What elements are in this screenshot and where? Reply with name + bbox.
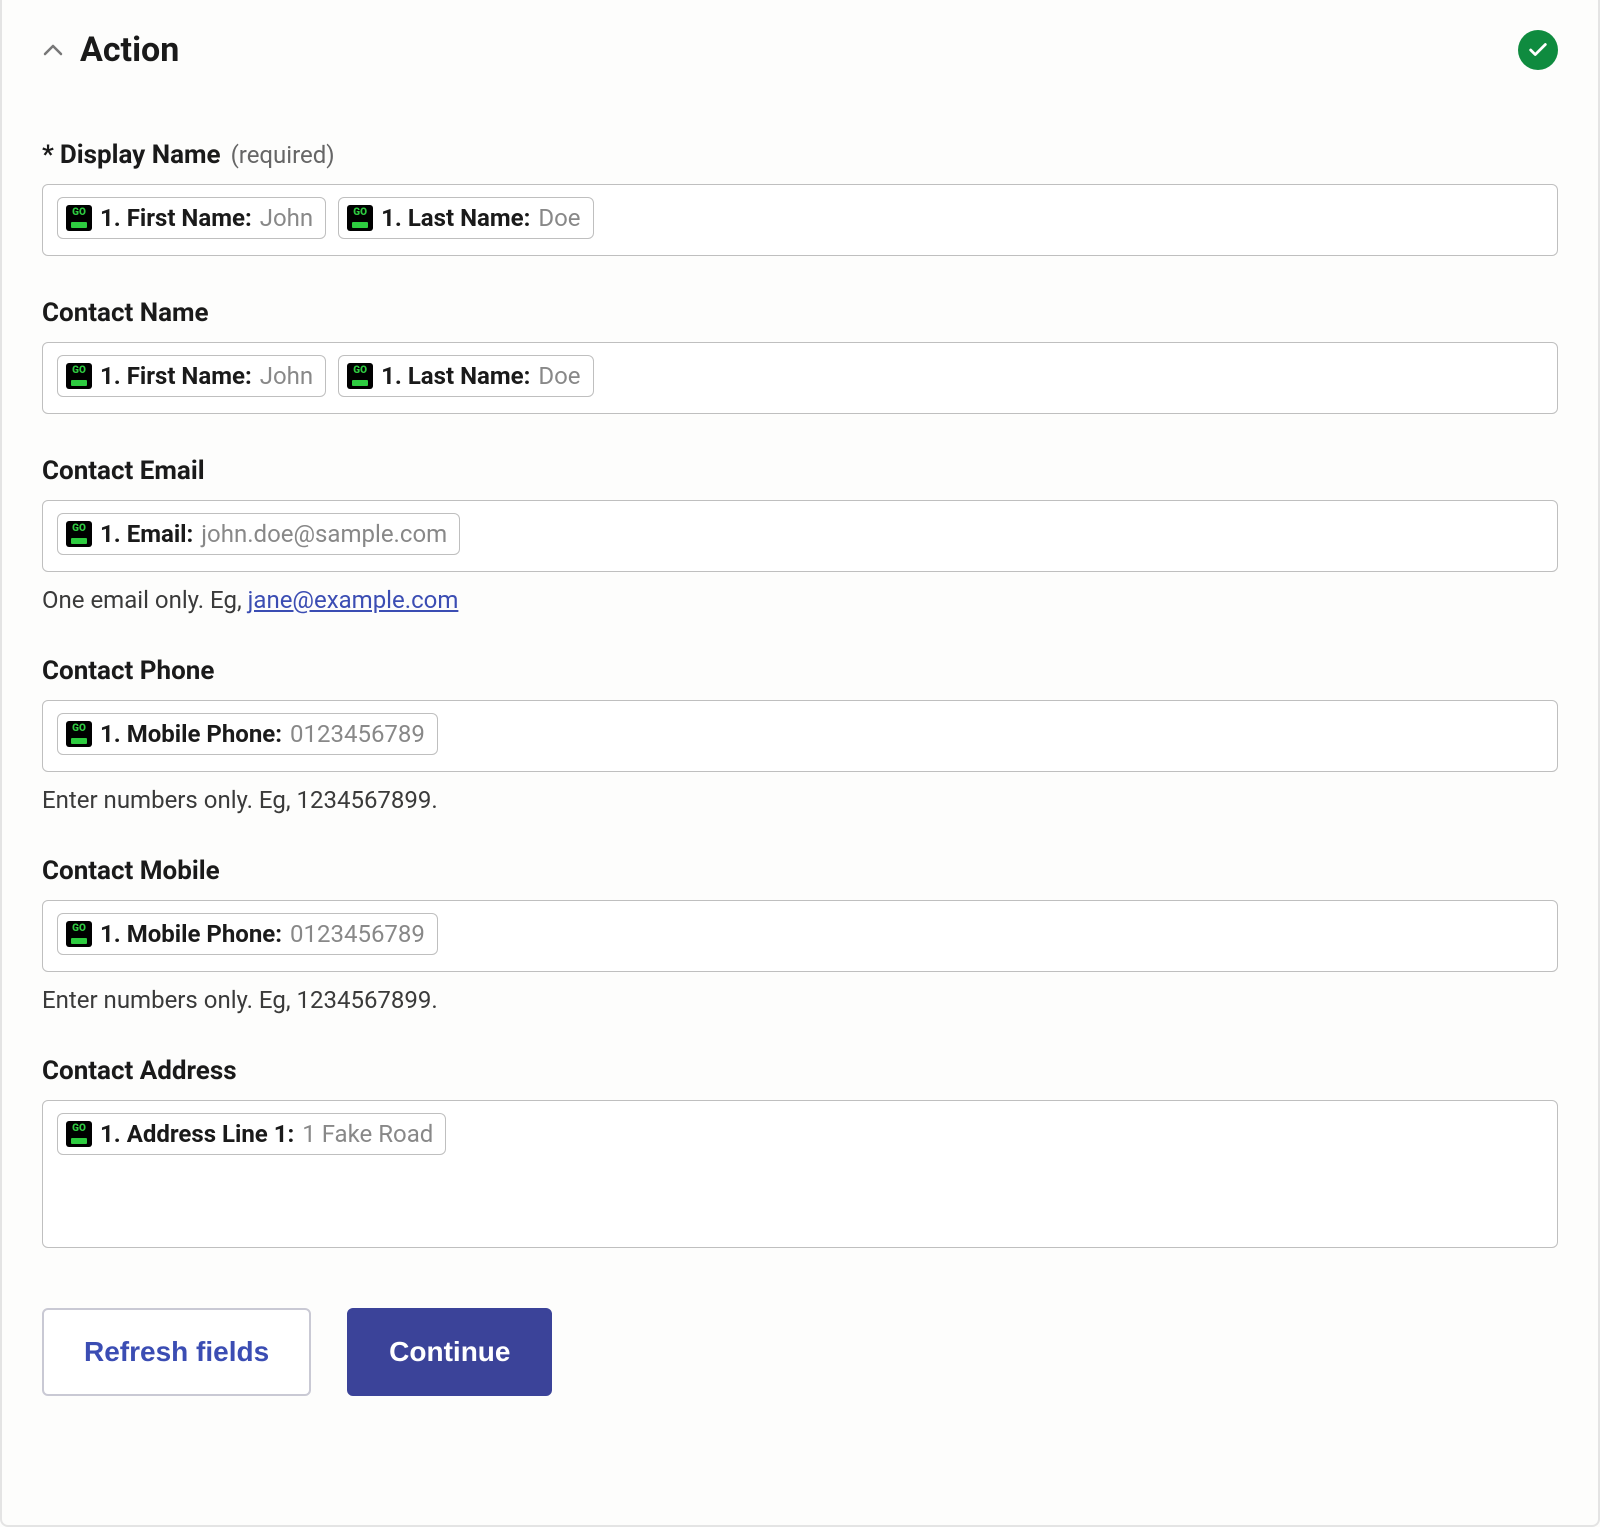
pill-value: 0123456789 xyxy=(290,920,425,948)
chevron-up-icon[interactable] xyxy=(42,39,64,61)
display-name-input[interactable]: 1. First Name: John 1. Last Name: Doe xyxy=(42,184,1558,256)
field-contact-phone: Contact Phone 1. Mobile Phone: 012345678… xyxy=(42,656,1558,814)
action-panel: Action *Display Name (required) 1. First… xyxy=(0,0,1600,1527)
pill-mobile-phone[interactable]: 1. Mobile Phone: 0123456789 xyxy=(57,713,438,755)
pill-value: 1 Fake Road xyxy=(302,1120,433,1148)
contact-email-input[interactable]: 1. Email: john.doe@sample.com xyxy=(42,500,1558,572)
panel-header-left: Action xyxy=(42,30,179,70)
field-contact-name: Contact Name 1. First Name: John 1. Last… xyxy=(42,298,1558,414)
goproposal-icon xyxy=(66,1121,92,1147)
goproposal-icon xyxy=(347,363,373,389)
field-label: Contact Name xyxy=(42,298,209,328)
refresh-fields-button[interactable]: Refresh fields xyxy=(42,1308,311,1396)
goproposal-icon xyxy=(347,205,373,231)
required-asterisk: * xyxy=(42,140,54,170)
field-label: *Display Name xyxy=(42,140,221,170)
field-label-row: *Display Name (required) xyxy=(42,140,1558,170)
field-label-row: Contact Phone xyxy=(42,656,1558,686)
pill-last-name[interactable]: 1. Last Name: Doe xyxy=(338,197,593,239)
pill-label: 1. Last Name: xyxy=(381,204,530,232)
field-label-row: Contact Email xyxy=(42,456,1558,486)
help-text-prefix: One email only. Eg, xyxy=(42,586,248,614)
pill-label: 1. Mobile Phone: xyxy=(100,720,282,748)
required-text: (required) xyxy=(231,141,335,169)
help-example-link[interactable]: jane@example.com xyxy=(248,586,459,614)
pill-label: 1. Last Name: xyxy=(381,362,530,390)
pill-value: Doe xyxy=(538,204,580,232)
continue-button[interactable]: Continue xyxy=(347,1308,552,1396)
field-label-row: Contact Mobile xyxy=(42,856,1558,886)
status-check-icon xyxy=(1518,30,1558,70)
pill-address-line-1[interactable]: 1. Address Line 1: 1 Fake Road xyxy=(57,1113,446,1155)
pill-label: 1. Mobile Phone: xyxy=(100,920,282,948)
goproposal-icon xyxy=(66,721,92,747)
field-contact-email: Contact Email 1. Email: john.doe@sample.… xyxy=(42,456,1558,614)
pill-label: 1. First Name: xyxy=(100,362,252,390)
panel-header: Action xyxy=(42,30,1558,70)
pill-value: john.doe@sample.com xyxy=(201,520,447,548)
pill-mobile-phone[interactable]: 1. Mobile Phone: 0123456789 xyxy=(57,913,438,955)
contact-mobile-input[interactable]: 1. Mobile Phone: 0123456789 xyxy=(42,900,1558,972)
pill-label: 1. Address Line 1: xyxy=(100,1120,294,1148)
help-text: Enter numbers only. Eg, 1234567899. xyxy=(42,986,1558,1014)
field-display-name: *Display Name (required) 1. First Name: … xyxy=(42,140,1558,256)
field-label: Contact Email xyxy=(42,456,205,486)
goproposal-icon xyxy=(66,921,92,947)
pill-email[interactable]: 1. Email: john.doe@sample.com xyxy=(57,513,460,555)
button-row: Refresh fields Continue xyxy=(42,1308,1558,1396)
contact-address-input[interactable]: 1. Address Line 1: 1 Fake Road xyxy=(42,1100,1558,1248)
pill-first-name[interactable]: 1. First Name: John xyxy=(57,355,326,397)
field-contact-address: Contact Address 1. Address Line 1: 1 Fak… xyxy=(42,1056,1558,1248)
field-label: Contact Mobile xyxy=(42,856,220,886)
help-text: One email only. Eg, jane@example.com xyxy=(42,586,1558,614)
pill-value: 0123456789 xyxy=(290,720,425,748)
pill-first-name[interactable]: 1. First Name: John xyxy=(57,197,326,239)
goproposal-icon xyxy=(66,363,92,389)
pill-label: 1. Email: xyxy=(100,520,193,548)
field-label-row: Contact Address xyxy=(42,1056,1558,1086)
panel-title: Action xyxy=(80,30,179,70)
pill-value: John xyxy=(260,204,313,232)
help-text: Enter numbers only. Eg, 1234567899. xyxy=(42,786,1558,814)
field-label-text: Display Name xyxy=(60,140,221,170)
pill-label: 1. First Name: xyxy=(100,204,252,232)
pill-value: John xyxy=(260,362,313,390)
pill-last-name[interactable]: 1. Last Name: Doe xyxy=(338,355,593,397)
pill-value: Doe xyxy=(538,362,580,390)
goproposal-icon xyxy=(66,521,92,547)
contact-phone-input[interactable]: 1. Mobile Phone: 0123456789 xyxy=(42,700,1558,772)
field-label-row: Contact Name xyxy=(42,298,1558,328)
contact-name-input[interactable]: 1. First Name: John 1. Last Name: Doe xyxy=(42,342,1558,414)
field-contact-mobile: Contact Mobile 1. Mobile Phone: 01234567… xyxy=(42,856,1558,1014)
field-label: Contact Phone xyxy=(42,656,214,686)
goproposal-icon xyxy=(66,205,92,231)
field-label: Contact Address xyxy=(42,1056,237,1086)
